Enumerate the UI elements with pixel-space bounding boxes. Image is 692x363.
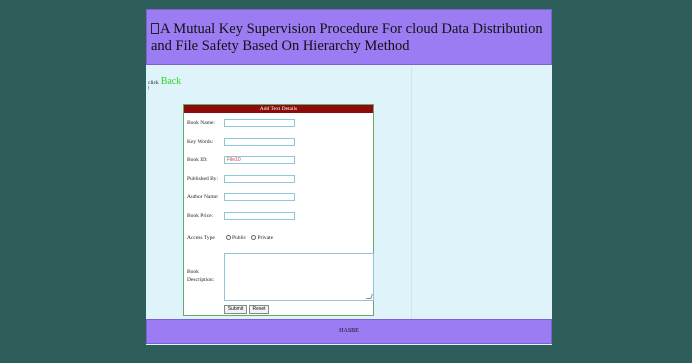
site-footer: HASBE xyxy=(146,319,552,344)
form-heading: Add Text Details xyxy=(184,105,373,113)
main-content: click Back ! Add Text Details Book Name: … xyxy=(146,66,552,319)
published-by-label: Published By: xyxy=(187,176,219,182)
private-radio[interactable] xyxy=(251,235,257,240)
reset-button[interactable]: Reset xyxy=(249,305,269,314)
back-bang: ! xyxy=(148,87,150,92)
resize-grip-icon[interactable] xyxy=(366,294,373,299)
book-name-label: Book Name: xyxy=(187,120,215,126)
author-name-label: Author Name: xyxy=(187,194,219,200)
site-header: A Mutual Key Supervision Procedure For c… xyxy=(146,9,552,65)
public-radio[interactable] xyxy=(226,235,231,240)
footer-text: HASBE xyxy=(339,328,359,334)
submit-button[interactable]: Submit xyxy=(224,305,247,314)
author-name-input[interactable] xyxy=(224,193,295,201)
key-words-label: Key Words: xyxy=(187,139,214,145)
book-name-input[interactable] xyxy=(224,119,295,127)
book-description-label-line1: Book xyxy=(187,269,199,275)
missing-glyph-icon xyxy=(151,23,159,34)
back-link[interactable]: Back xyxy=(161,76,182,87)
book-id-input[interactable]: File10 xyxy=(224,156,295,164)
book-description-textarea[interactable] xyxy=(224,253,374,301)
page-container: A Mutual Key Supervision Procedure For c… xyxy=(146,9,552,345)
back-prefix: click xyxy=(148,80,159,86)
access-type-label: Access Type xyxy=(187,235,215,241)
book-id-label: Book ID: xyxy=(187,157,208,163)
public-radio-label: Public xyxy=(232,235,247,241)
add-text-form: Add Text Details Book Name: Key Words: B… xyxy=(183,104,374,316)
access-type-options: Public Private xyxy=(226,235,277,241)
book-description-label-line2: Description: xyxy=(187,277,215,283)
private-radio-label: Private xyxy=(257,235,274,241)
column-divider xyxy=(411,66,412,319)
book-price-input[interactable] xyxy=(224,212,295,220)
back-row: click Back xyxy=(148,76,181,87)
published-by-input[interactable] xyxy=(224,175,295,183)
page-title-text: A Mutual Key Supervision Procedure For c… xyxy=(151,21,543,54)
page-title: A Mutual Key Supervision Procedure For c… xyxy=(151,21,547,55)
book-price-label: Book Price: xyxy=(187,213,214,219)
key-words-input[interactable] xyxy=(224,138,295,146)
